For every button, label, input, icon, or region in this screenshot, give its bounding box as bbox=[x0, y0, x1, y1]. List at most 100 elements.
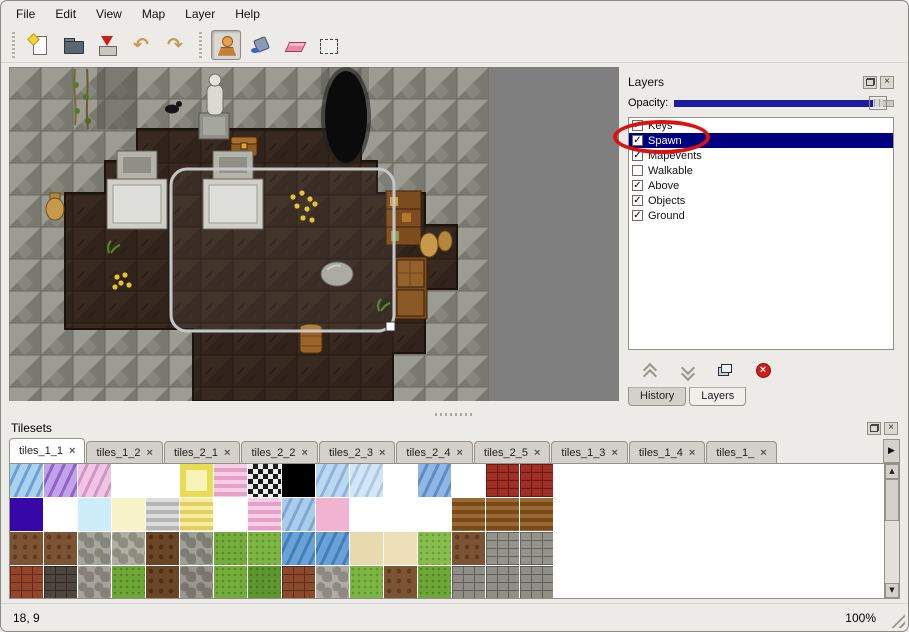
tile[interactable] bbox=[44, 498, 77, 531]
menu-layer[interactable]: Layer bbox=[176, 4, 224, 24]
tile[interactable] bbox=[384, 498, 417, 531]
move-layer-down-button[interactable] bbox=[676, 359, 698, 381]
menu-view[interactable]: View bbox=[87, 4, 131, 24]
tile[interactable] bbox=[486, 532, 519, 565]
tile[interactable] bbox=[316, 498, 349, 531]
tile[interactable] bbox=[112, 566, 145, 598]
tile[interactable] bbox=[248, 498, 281, 531]
tile[interactable] bbox=[316, 566, 349, 598]
tile[interactable] bbox=[282, 566, 315, 598]
tileset-tab-tiles_1_3[interactable]: tiles_1_3× bbox=[551, 441, 627, 463]
tab-close-icon[interactable]: × bbox=[611, 448, 617, 458]
tile[interactable] bbox=[214, 498, 247, 531]
layer-checkbox[interactable]: ✓ bbox=[632, 135, 643, 146]
opacity-slider[interactable] bbox=[674, 95, 894, 111]
tile[interactable] bbox=[418, 532, 451, 565]
selection-resize-handle[interactable] bbox=[386, 322, 395, 331]
tile[interactable] bbox=[350, 464, 383, 497]
tile[interactable] bbox=[452, 498, 485, 531]
duplicate-layer-button[interactable] bbox=[714, 359, 736, 381]
layer-row-objects[interactable]: ✓Objects bbox=[629, 193, 893, 208]
tileset-tab-tiles_1_[interactable]: tiles_1_× bbox=[706, 441, 776, 463]
tile[interactable] bbox=[486, 498, 519, 531]
menu-edit[interactable]: Edit bbox=[46, 4, 85, 24]
layer-checkbox[interactable]: ✓ bbox=[632, 120, 643, 131]
tab-close-icon[interactable]: × bbox=[689, 448, 695, 458]
tile[interactable] bbox=[146, 464, 179, 497]
layer-checkbox[interactable]: ✓ bbox=[632, 195, 643, 206]
move-layer-up-button[interactable] bbox=[638, 359, 660, 381]
tile[interactable] bbox=[520, 464, 553, 497]
tile[interactable] bbox=[214, 464, 247, 497]
tile[interactable] bbox=[146, 498, 179, 531]
tab-close-icon[interactable]: × bbox=[302, 448, 308, 458]
tileset-tab-tiles_2_2[interactable]: tiles_2_2× bbox=[241, 441, 317, 463]
tileset-tab-tiles_2_4[interactable]: tiles_2_4× bbox=[396, 441, 472, 463]
layer-checkbox[interactable] bbox=[632, 165, 643, 176]
tile[interactable] bbox=[180, 464, 213, 497]
open-button[interactable] bbox=[58, 30, 88, 60]
layer-row-ground[interactable]: ✓Ground bbox=[629, 208, 893, 223]
tile[interactable] bbox=[180, 566, 213, 598]
tile[interactable] bbox=[384, 532, 417, 565]
tilesets-close-button[interactable]: × bbox=[884, 422, 898, 435]
tile[interactable] bbox=[78, 532, 111, 565]
dock-tab-history[interactable]: History bbox=[628, 387, 686, 406]
opacity-slider-handle[interactable] bbox=[869, 96, 887, 110]
tab-close-icon[interactable]: × bbox=[534, 448, 540, 458]
tileset-tab-tiles_1_2[interactable]: tiles_1_2× bbox=[86, 441, 162, 463]
tile[interactable] bbox=[282, 464, 315, 497]
scrollbar-thumb[interactable] bbox=[885, 479, 899, 521]
tile[interactable] bbox=[520, 566, 553, 598]
tile[interactable] bbox=[146, 532, 179, 565]
resize-grip[interactable] bbox=[891, 614, 905, 628]
tile[interactable] bbox=[452, 566, 485, 598]
tile[interactable] bbox=[44, 464, 77, 497]
map-selection[interactable] bbox=[171, 169, 395, 331]
tile[interactable] bbox=[10, 464, 43, 497]
tile[interactable] bbox=[180, 498, 213, 531]
tile[interactable] bbox=[520, 532, 553, 565]
layer-checkbox[interactable]: ✓ bbox=[632, 210, 643, 221]
tile[interactable] bbox=[452, 464, 485, 497]
layer-row-above[interactable]: ✓Above bbox=[629, 178, 893, 193]
layer-row-mapevents[interactable]: ✓Mapevents bbox=[629, 148, 893, 163]
tilesets-float-button[interactable] bbox=[867, 422, 881, 435]
undo-button[interactable]: ↶ bbox=[126, 30, 156, 60]
tile[interactable] bbox=[350, 566, 383, 598]
tile[interactable] bbox=[112, 532, 145, 565]
layers-close-button[interactable]: × bbox=[880, 76, 894, 89]
tab-close-icon[interactable]: × bbox=[224, 448, 230, 458]
tile[interactable] bbox=[282, 532, 315, 565]
stamp-button[interactable] bbox=[211, 30, 241, 60]
vertical-splitter[interactable] bbox=[619, 67, 626, 409]
menu-file[interactable]: File bbox=[7, 4, 44, 24]
delete-layer-button[interactable]: × bbox=[752, 359, 774, 381]
tile[interactable] bbox=[214, 532, 247, 565]
eraser-button[interactable] bbox=[279, 30, 309, 60]
dock-tab-layers[interactable]: Layers bbox=[689, 387, 746, 406]
tile[interactable] bbox=[10, 498, 43, 531]
tab-close-icon[interactable]: × bbox=[760, 448, 766, 458]
scroll-up-button[interactable]: ▲ bbox=[885, 464, 899, 479]
tile[interactable] bbox=[316, 464, 349, 497]
tile[interactable] bbox=[78, 566, 111, 598]
tile[interactable] bbox=[44, 566, 77, 598]
fill-button[interactable] bbox=[245, 30, 275, 60]
tile[interactable] bbox=[248, 566, 281, 598]
tile[interactable] bbox=[10, 566, 43, 598]
layer-checkbox[interactable]: ✓ bbox=[632, 150, 643, 161]
scrollbar-track[interactable] bbox=[885, 479, 899, 583]
scroll-down-button[interactable]: ▼ bbox=[885, 583, 899, 598]
tile[interactable] bbox=[350, 532, 383, 565]
tile[interactable] bbox=[418, 566, 451, 598]
tile[interactable] bbox=[384, 464, 417, 497]
layers-float-button[interactable] bbox=[863, 76, 877, 89]
tileset-tab-tiles_2_1[interactable]: tiles_2_1× bbox=[164, 441, 240, 463]
save-button[interactable] bbox=[92, 30, 122, 60]
layer-row-keys[interactable]: ✓Keys bbox=[629, 118, 893, 133]
select-button[interactable] bbox=[313, 30, 343, 60]
tile[interactable] bbox=[520, 498, 553, 531]
layer-checkbox[interactable]: ✓ bbox=[632, 180, 643, 191]
tile[interactable] bbox=[282, 498, 315, 531]
